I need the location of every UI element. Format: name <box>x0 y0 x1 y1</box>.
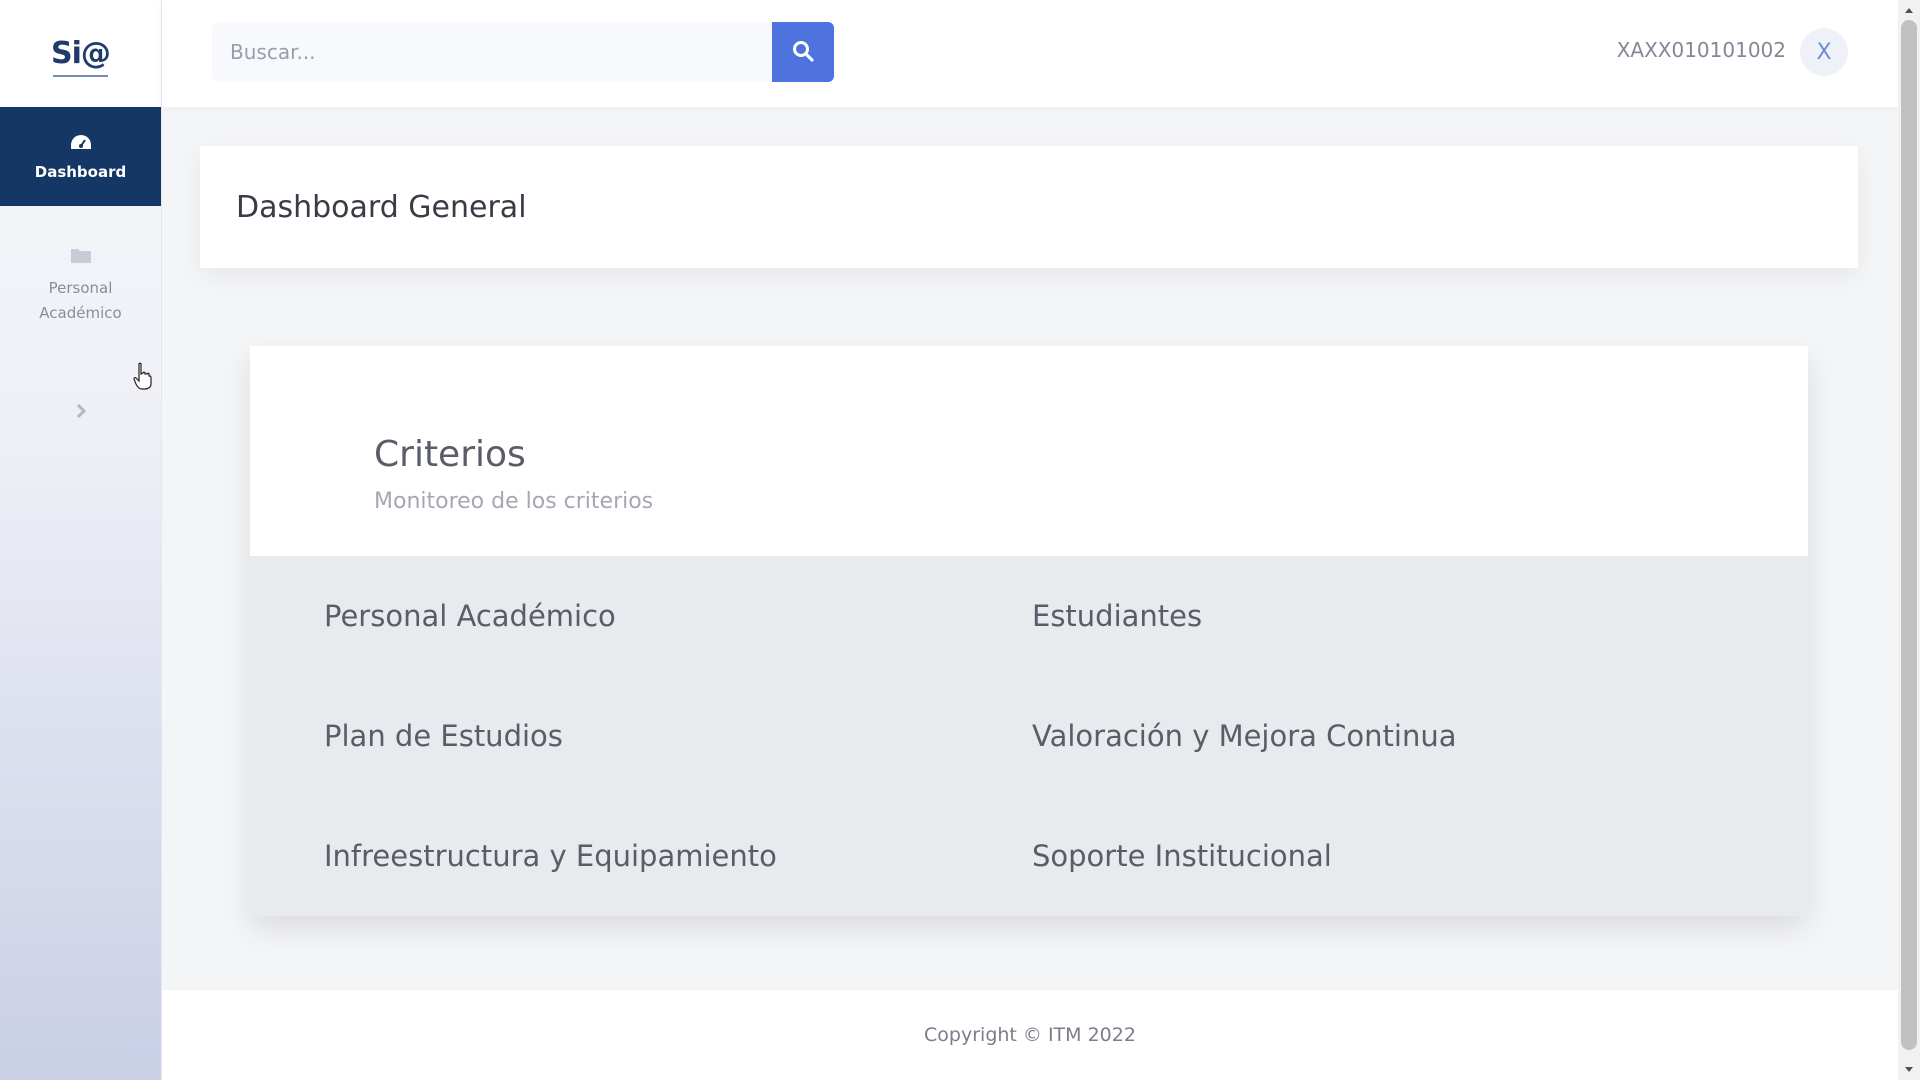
sidebar-item-dashboard[interactable]: Dashboard <box>0 107 161 206</box>
criterios-card: Criterios Monitoreo de los criterios Per… <box>250 346 1808 916</box>
page-heading-card: Dashboard General <box>200 146 1858 268</box>
criterios-header: Criterios Monitoreo de los criterios <box>250 346 1808 556</box>
brand-logo[interactable]: Si@ <box>51 36 111 77</box>
criterio-soporte-institucional[interactable]: Soporte Institucional <box>1032 796 1808 916</box>
sidebar-item-label-text: Personal Académico <box>39 279 122 322</box>
scrollbar-thumb[interactable] <box>1901 20 1917 1050</box>
topbar: XAXX010101002 X <box>162 0 1898 107</box>
sidebar-item-personal-academico[interactable]: Personal Académico <box>0 246 161 326</box>
copyright-text: Copyright © ITM 2022 <box>924 1024 1136 1046</box>
criterios-subtitle: Monitoreo de los criterios <box>374 489 654 514</box>
page-title: Dashboard General <box>236 189 527 225</box>
search-input[interactable] <box>212 22 772 82</box>
brand-logo-underline <box>53 75 108 77</box>
criterio-personal-academico[interactable]: Personal Académico <box>250 556 1032 676</box>
criterio-infraestructura[interactable]: Infreestructura y Equipamiento <box>250 796 1032 916</box>
brand-logo-text: Si@ <box>51 36 111 71</box>
criterio-estudiantes[interactable]: Estudiantes <box>1032 556 1808 676</box>
criterio-plan-de-estudios[interactable]: Plan de Estudios <box>250 676 1032 796</box>
chevron-right-icon <box>75 403 87 423</box>
criterios-title: Criterios <box>374 434 526 475</box>
hand-cursor-icon <box>133 362 153 394</box>
sidebar-item-label: Dashboard <box>34 162 127 181</box>
footer: Copyright © ITM 2022 <box>162 990 1898 1080</box>
tachometer-icon <box>69 133 93 157</box>
sidebar-toggle-button[interactable] <box>66 398 96 428</box>
folder-icon <box>70 246 92 268</box>
search-bar <box>212 22 834 82</box>
search-button[interactable] <box>772 22 834 82</box>
sidebar-item-label: Personal Académico <box>36 276 126 326</box>
scroll-up-arrow-icon[interactable] <box>1898 0 1920 20</box>
scrollbar[interactable] <box>1898 0 1920 1080</box>
criterios-list: Personal Académico Estudiantes Plan de E… <box>250 556 1808 916</box>
sidebar: Si@ Dashboard Personal Académico <box>0 0 162 1080</box>
brand[interactable]: Si@ <box>0 0 161 107</box>
avatar[interactable]: X <box>1800 28 1848 76</box>
scroll-down-arrow-icon[interactable] <box>1898 1060 1920 1080</box>
user-name[interactable]: XAXX010101002 <box>1617 38 1786 62</box>
criterio-valoracion-mejora[interactable]: Valoración y Mejora Continua <box>1032 676 1808 796</box>
search-icon <box>792 40 814 65</box>
